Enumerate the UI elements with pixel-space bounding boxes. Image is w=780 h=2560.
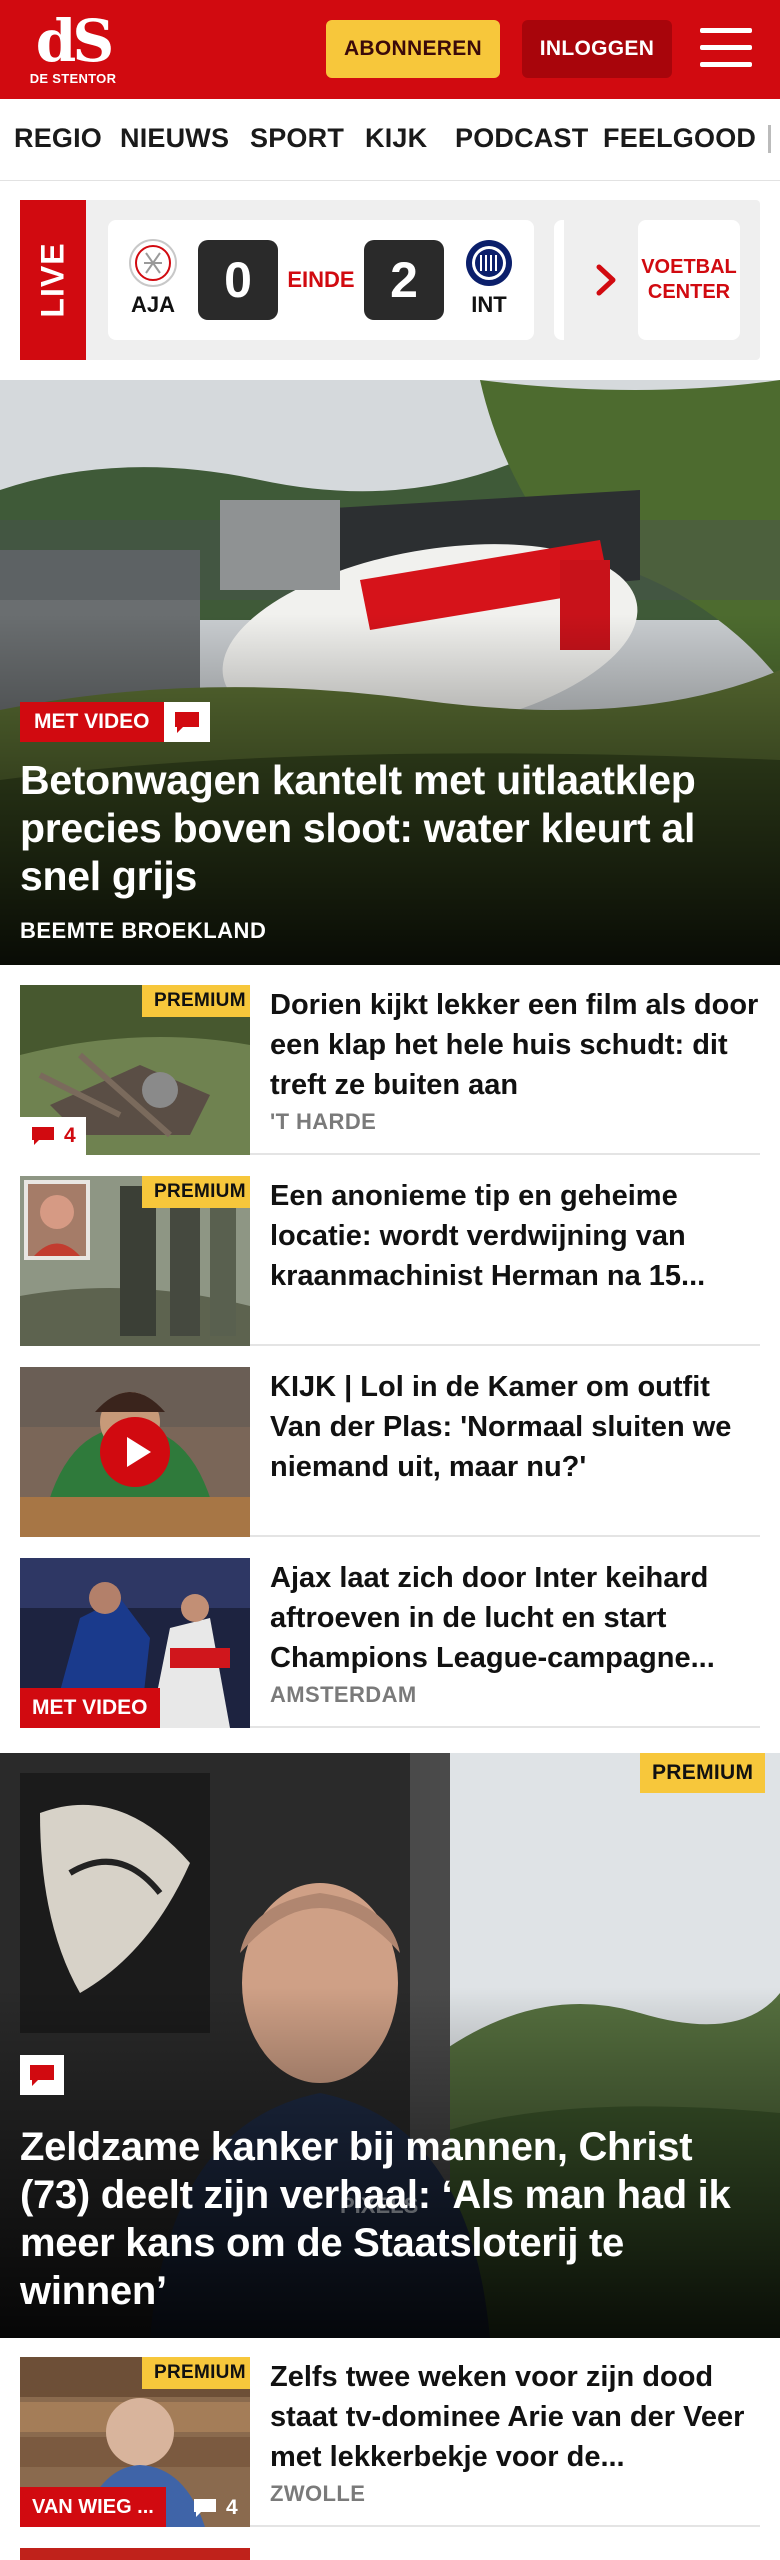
list-item[interactable]: KIJK | Lol in de Kamer om outfit Van der…	[20, 1367, 760, 1537]
comment-badge[interactable]	[20, 2055, 64, 2095]
hero-title: Betonwagen kantelt met uitlaatklep preci…	[20, 757, 696, 899]
list-item[interactable]: MET VIDEO Ajax laat zich door Inter keih…	[20, 1558, 760, 1728]
premium-badge: PREMIUM	[142, 1176, 250, 1208]
premium-badge: PREMIUM	[142, 985, 250, 1017]
article-title: Een anonieme tip en geheime locatie: wor…	[270, 1180, 706, 1292]
comment-icon	[32, 1127, 54, 1145]
list-item[interactable]: PREMIUM VAN WIEG ... 4 Zelfs twee weken …	[20, 2357, 760, 2527]
nav-overflow-indicator	[768, 125, 771, 153]
nav-item-kijk[interactable]: KIJK	[365, 123, 427, 154]
list-item[interactable]: PREMIUM Een anonieme tip en geheime loca…	[20, 1176, 760, 1346]
home-team-code: AJA	[130, 292, 175, 317]
chevron-right-icon[interactable]	[588, 262, 624, 298]
comment-icon	[194, 2499, 216, 2517]
list-item[interactable]: PREMIUM 4 Dorien kijkt lekker een film a…	[20, 985, 760, 1155]
logo-mark: dS	[35, 7, 114, 75]
comment-count-badge[interactable]: 4	[20, 1117, 86, 1155]
logo[interactable]: dS DE STENTOR	[28, 10, 118, 90]
hero-location: BEEMTE BROEKLAND	[20, 918, 267, 943]
nav-item-feelgood[interactable]: FEELGOOD	[603, 123, 756, 154]
article-location: AMSTERDAM	[270, 1682, 417, 1707]
article-title: Ajax laat zich door Inter keihard aftroe…	[270, 1562, 715, 1674]
article-thumbnail: PREMIUM VAN WIEG ... 4	[20, 2357, 250, 2527]
inter-crest-icon	[466, 240, 512, 286]
nav-item-sport[interactable]: SPORT	[250, 123, 344, 154]
ajax-crest-icon	[129, 239, 177, 287]
comment-icon	[20, 2055, 64, 2095]
login-button[interactable]: INLOGGEN	[522, 20, 672, 78]
article-title: KIJK | Lol in de Kamer om outfit Van der…	[270, 1371, 732, 1483]
live-label: LIVE	[34, 242, 71, 318]
video-badge-label: MET VIDEO	[20, 1688, 160, 1728]
site-header: dS DE STENTOR ABONNEREN INLOGGEN	[0, 0, 780, 99]
premium-badge: PREMIUM	[640, 1753, 766, 1793]
nav-item-regio[interactable]: REGIO	[14, 123, 102, 154]
article-thumbnail: PREMIUM 4	[20, 985, 250, 1155]
article-thumbnail: MET VIDEO	[20, 1558, 250, 1728]
article-title: Zelfs twee weken voor zijn dood staat tv…	[270, 2361, 745, 2473]
subscribe-button[interactable]: ABONNEREN	[326, 20, 500, 78]
away-score: 2	[364, 240, 444, 320]
comment-count: 4	[226, 2496, 238, 2519]
next-match-card-edge[interactable]	[554, 220, 564, 340]
premium-badge: PREMIUM	[142, 2357, 250, 2389]
article-title: Dorien kijkt lekker een film als door ee…	[270, 989, 759, 1101]
live-scores-bar: LIVE AJA 0 EINDE 2 INT VOETBAL CENTER	[20, 200, 760, 360]
voetbal-center-link[interactable]: VOETBAL CENTER	[638, 220, 740, 340]
nav-item-nieuws[interactable]: NIEUWS	[120, 123, 229, 154]
logo-subtitle: DE STENTOR	[29, 71, 117, 86]
comment-count: 4	[64, 1124, 76, 1147]
comment-icon	[163, 702, 210, 742]
series-tag[interactable]: VAN WIEG ...	[20, 2487, 166, 2527]
next-article-thumbnail[interactable]	[20, 2548, 250, 2560]
video-badge: MET VIDEO	[20, 702, 210, 742]
match-status: EINDE	[287, 267, 355, 292]
article-location: ZWOLLE	[270, 2481, 366, 2506]
hero-article[interactable]: MET VIDEO Betonwagen kantelt met uitlaat…	[0, 380, 780, 965]
article-thumbnail	[20, 1367, 250, 1537]
featured-article[interactable]: PIXELS PREMIUM Zeldzame kanker bij manne…	[0, 1753, 780, 2338]
article-location: 'T HARDE	[270, 1109, 377, 1134]
article-thumbnail: PREMIUM	[20, 1176, 250, 1346]
home-score: 0	[198, 240, 278, 320]
match-card[interactable]: AJA 0 EINDE 2 INT	[108, 220, 534, 340]
comment-count-badge[interactable]: 4	[186, 2489, 244, 2527]
featured-title: Zeldzame kanker bij mannen, Christ (73) …	[20, 2125, 731, 2313]
hamburger-menu-icon[interactable]	[700, 26, 752, 70]
play-video-button[interactable]	[100, 1417, 170, 1487]
nav-item-podcast[interactable]: PODCAST	[455, 123, 588, 154]
video-badge-label: MET VIDEO	[20, 702, 164, 742]
away-team-code: INT	[471, 292, 507, 317]
section-nav: REGIO NIEUWS SPORT KIJK PODCAST FEELGOOD	[0, 99, 780, 181]
live-tab[interactable]: LIVE	[20, 200, 86, 360]
